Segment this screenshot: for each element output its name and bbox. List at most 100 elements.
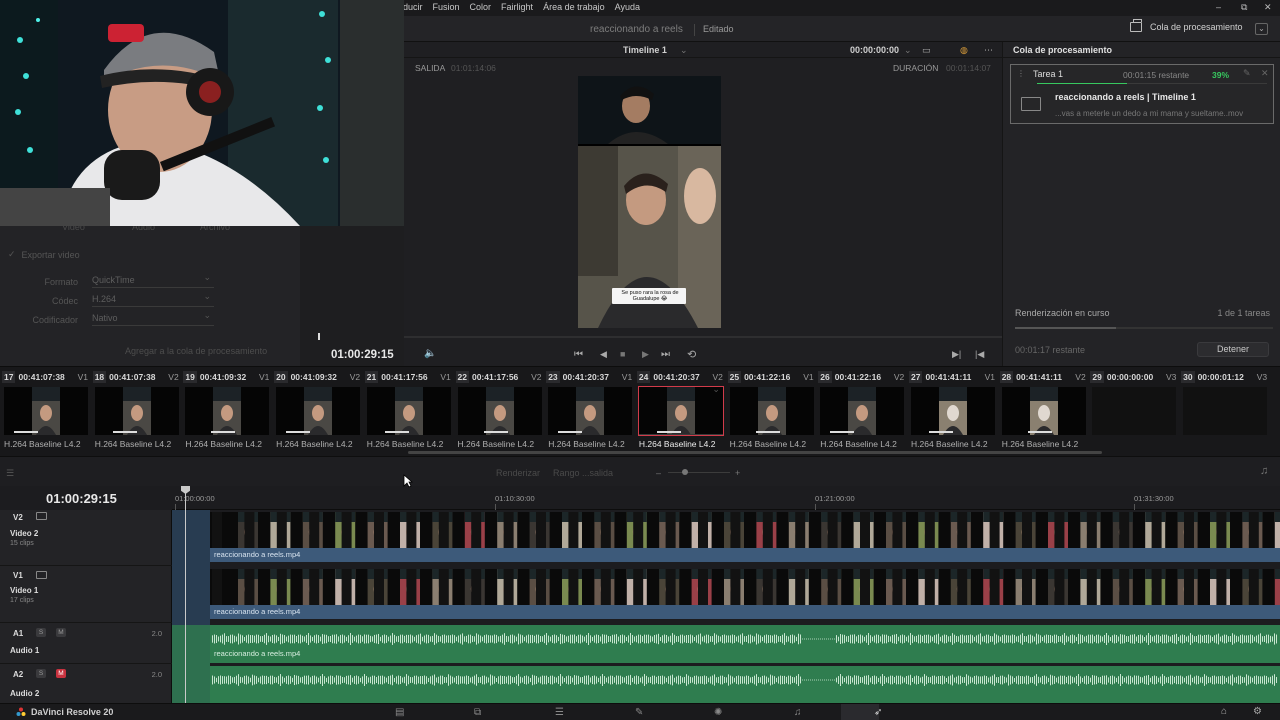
video-track-v2[interactable]: reaccionando a reels.mp4 (210, 512, 1280, 562)
zoom-out-button[interactable]: – (656, 468, 661, 478)
drag-handle-icon[interactable]: ⋮ (1017, 69, 1025, 78)
audio-track-a2[interactable] (210, 666, 1280, 704)
zoom-slider-track[interactable] (668, 472, 730, 473)
audio-track-a1[interactable]: reaccionando a reels.mp4 (210, 625, 1280, 663)
viewer-top-timecode[interactable]: 00:00:00:00 (850, 45, 899, 55)
encoder-select[interactable]: Nativo (92, 310, 214, 326)
clip-item[interactable]: 30 00:00:01:12 V3 (1181, 371, 1269, 451)
clip-thumbnail[interactable] (820, 387, 905, 435)
menu-item-color[interactable]: Color (470, 2, 492, 12)
render-range-select[interactable]: Rango ...salida (553, 468, 613, 478)
track-header-v2[interactable]: V2 Video 2 15 clips (0, 510, 172, 566)
solo-button[interactable]: S (36, 669, 46, 678)
clip-item[interactable]: 25 00:41:22:16 V1 H.264 Baseline L4.2 (727, 371, 816, 451)
track-header-a1[interactable]: A1 S M 2.0 Audio 1 (0, 623, 172, 664)
viewer-scrub-bar[interactable] (404, 336, 1002, 338)
close-button[interactable]: ✕ (1264, 2, 1272, 13)
edit-icon[interactable]: ✎ (1243, 68, 1251, 79)
menu-item-fairlight[interactable]: Fairlight (501, 2, 533, 12)
jump-to-start-icon[interactable]: ⏮ (574, 349, 583, 360)
clip-thumbnail[interactable] (185, 387, 270, 435)
clip-item[interactable]: 23 00:41:20:37 V1 H.264 Baseline L4.2 (546, 371, 634, 451)
format-select[interactable]: QuickTime (92, 272, 214, 288)
home-icon[interactable]: ⌂ (1221, 706, 1227, 717)
minimize-button[interactable]: – (1216, 2, 1221, 12)
close-icon[interactable]: ✕ (1261, 68, 1269, 79)
play-icon[interactable]: ▶ (642, 349, 649, 360)
checkbox-icon[interactable]: ✓ (8, 249, 16, 260)
add-to-render-queue-button[interactable]: Agregar a la cola de procesamiento (125, 346, 267, 356)
menu-item-fusion[interactable]: Fusion (433, 2, 460, 12)
clip-thumbnail[interactable] (729, 387, 814, 435)
expand-panel-button[interactable]: ⌄ (1255, 23, 1268, 35)
more-options-icon[interactable]: ⋯ (984, 45, 993, 56)
stop-icon[interactable]: ■ (620, 349, 625, 359)
render-button[interactable]: Renderizar (496, 468, 540, 478)
viewer-playhead[interactable] (318, 333, 320, 340)
timeline-ruler[interactable]: 01:00:00:00 01:10:30:00 01:21:00:00 01:3… (172, 486, 1280, 510)
clip-thumbnail[interactable] (94, 387, 179, 435)
clip-item[interactable]: 29 00:00:00:00 V3 (1090, 371, 1178, 451)
clip-strip-scrollbar[interactable] (408, 451, 1102, 454)
clip-thumbnail[interactable] (911, 387, 995, 435)
clip-item[interactable]: 19 00:41:09:32 V1 H.264 Baseline L4.2 (183, 371, 271, 451)
color-picker-icon[interactable]: ◍ (960, 45, 968, 56)
codec-select[interactable]: H.264 (92, 291, 214, 307)
prev-frame-icon[interactable]: |◀ (975, 349, 984, 360)
timeline-options-icon[interactable]: ☰ (6, 468, 14, 479)
clip-thumbnail[interactable] (1092, 387, 1177, 435)
settings-icon[interactable]: ⚙ (1253, 706, 1262, 717)
clip-item[interactable]: 28 00:41:41:11 V2 H.264 Baseline L4.2 (999, 371, 1088, 451)
play-reverse-icon[interactable]: ◀ (600, 349, 607, 360)
clip-item[interactable]: 26 00:41:22:16 V2 H.264 Baseline L4.2 (818, 371, 906, 451)
mute-button[interactable]: M (56, 669, 66, 678)
clip-item[interactable]: 27 00:41:41:11 V1 H.264 Baseline L4.2 (909, 371, 997, 451)
mute-button[interactable]: M (56, 628, 66, 637)
solo-button[interactable]: S (36, 628, 46, 637)
page-fusion-button[interactable]: ✎ (622, 704, 660, 720)
clip-thumbnail[interactable] (4, 387, 88, 435)
next-frame-icon[interactable]: ▶| (952, 349, 961, 360)
timeline-playhead[interactable] (185, 486, 186, 704)
chevron-down-icon[interactable]: ⌄ (904, 45, 912, 56)
menu-item-ayuda[interactable]: Ayuda (615, 2, 640, 12)
clip-item[interactable]: 21 00:41:17:56 V1 H.264 Baseline L4.2 (364, 371, 453, 451)
film-icon[interactable] (36, 512, 47, 520)
clip-thumbnail[interactable] (457, 387, 542, 435)
clip-item[interactable]: 18 00:41:07:38 V2 H.264 Baseline L4.2 (92, 371, 181, 451)
clip-item[interactable]: 20 00:41:09:32 V2 H.264 Baseline L4.2 (274, 371, 362, 451)
clip-thumbnail[interactable] (1001, 387, 1086, 435)
page-deliver-button[interactable]: ➶ (841, 704, 882, 720)
clip-item[interactable]: 22 00:41:17:56 V2 H.264 Baseline L4.2 (455, 371, 544, 451)
monitor-icon[interactable]: ▭ (922, 45, 931, 56)
stop-render-button[interactable]: Detener (1197, 342, 1269, 357)
chevron-down-icon[interactable]: ⌄ (680, 45, 688, 56)
page-media-button[interactable]: ▤ (382, 704, 420, 720)
menu-item-area-de-trabajo[interactable]: Área de trabajo (543, 2, 605, 12)
page-edit-button[interactable]: ☰ (542, 704, 580, 720)
zoom-in-button[interactable]: + (735, 468, 740, 478)
clip-thumbnail[interactable] (276, 387, 361, 435)
clip-thumbnail[interactable] (637, 386, 724, 436)
jump-to-end-icon[interactable]: ⏭ (661, 349, 670, 360)
video-track-v1[interactable]: reaccionando a reels.mp4 (210, 569, 1280, 619)
clip-item[interactable]: 2400:41:20:37 V2 H.264 Baseline L4.2 (636, 371, 725, 451)
loop-icon[interactable]: ⟲ (687, 348, 696, 361)
volume-icon[interactable]: 🔈 (424, 348, 436, 359)
track-header-a2[interactable]: A2 S M 2.0 Audio 2 (0, 664, 172, 704)
page-fairlight-button[interactable]: ♫ (781, 704, 819, 720)
clip-thumbnail[interactable] (366, 387, 451, 435)
render-queue-toggle-button[interactable]: Cola de procesamiento (1130, 19, 1243, 32)
audio-meter-icon[interactable]: ♫ (1260, 465, 1268, 477)
timeline-name[interactable]: Timeline 1 (623, 45, 667, 55)
render-job-card[interactable]: ⋮ Tarea 1 00:01:15 restante 39% ✎ ✕ reac… (1010, 64, 1274, 124)
clip-thumbnail[interactable] (548, 387, 633, 435)
clip-item[interactable]: 17 00:41:07:38 V1 H.264 Baseline L4.2 (2, 371, 90, 451)
film-icon[interactable] (36, 571, 47, 579)
track-header-v1[interactable]: V1 Video 1 17 clips (0, 566, 172, 623)
clip-thumbnail[interactable] (1183, 387, 1268, 435)
page-color-button[interactable]: ✺ (701, 704, 739, 720)
zoom-slider-handle[interactable] (682, 469, 688, 475)
page-cut-button[interactable]: ⧉ (461, 704, 499, 720)
maximize-button[interactable]: ⧉ (1241, 2, 1247, 13)
